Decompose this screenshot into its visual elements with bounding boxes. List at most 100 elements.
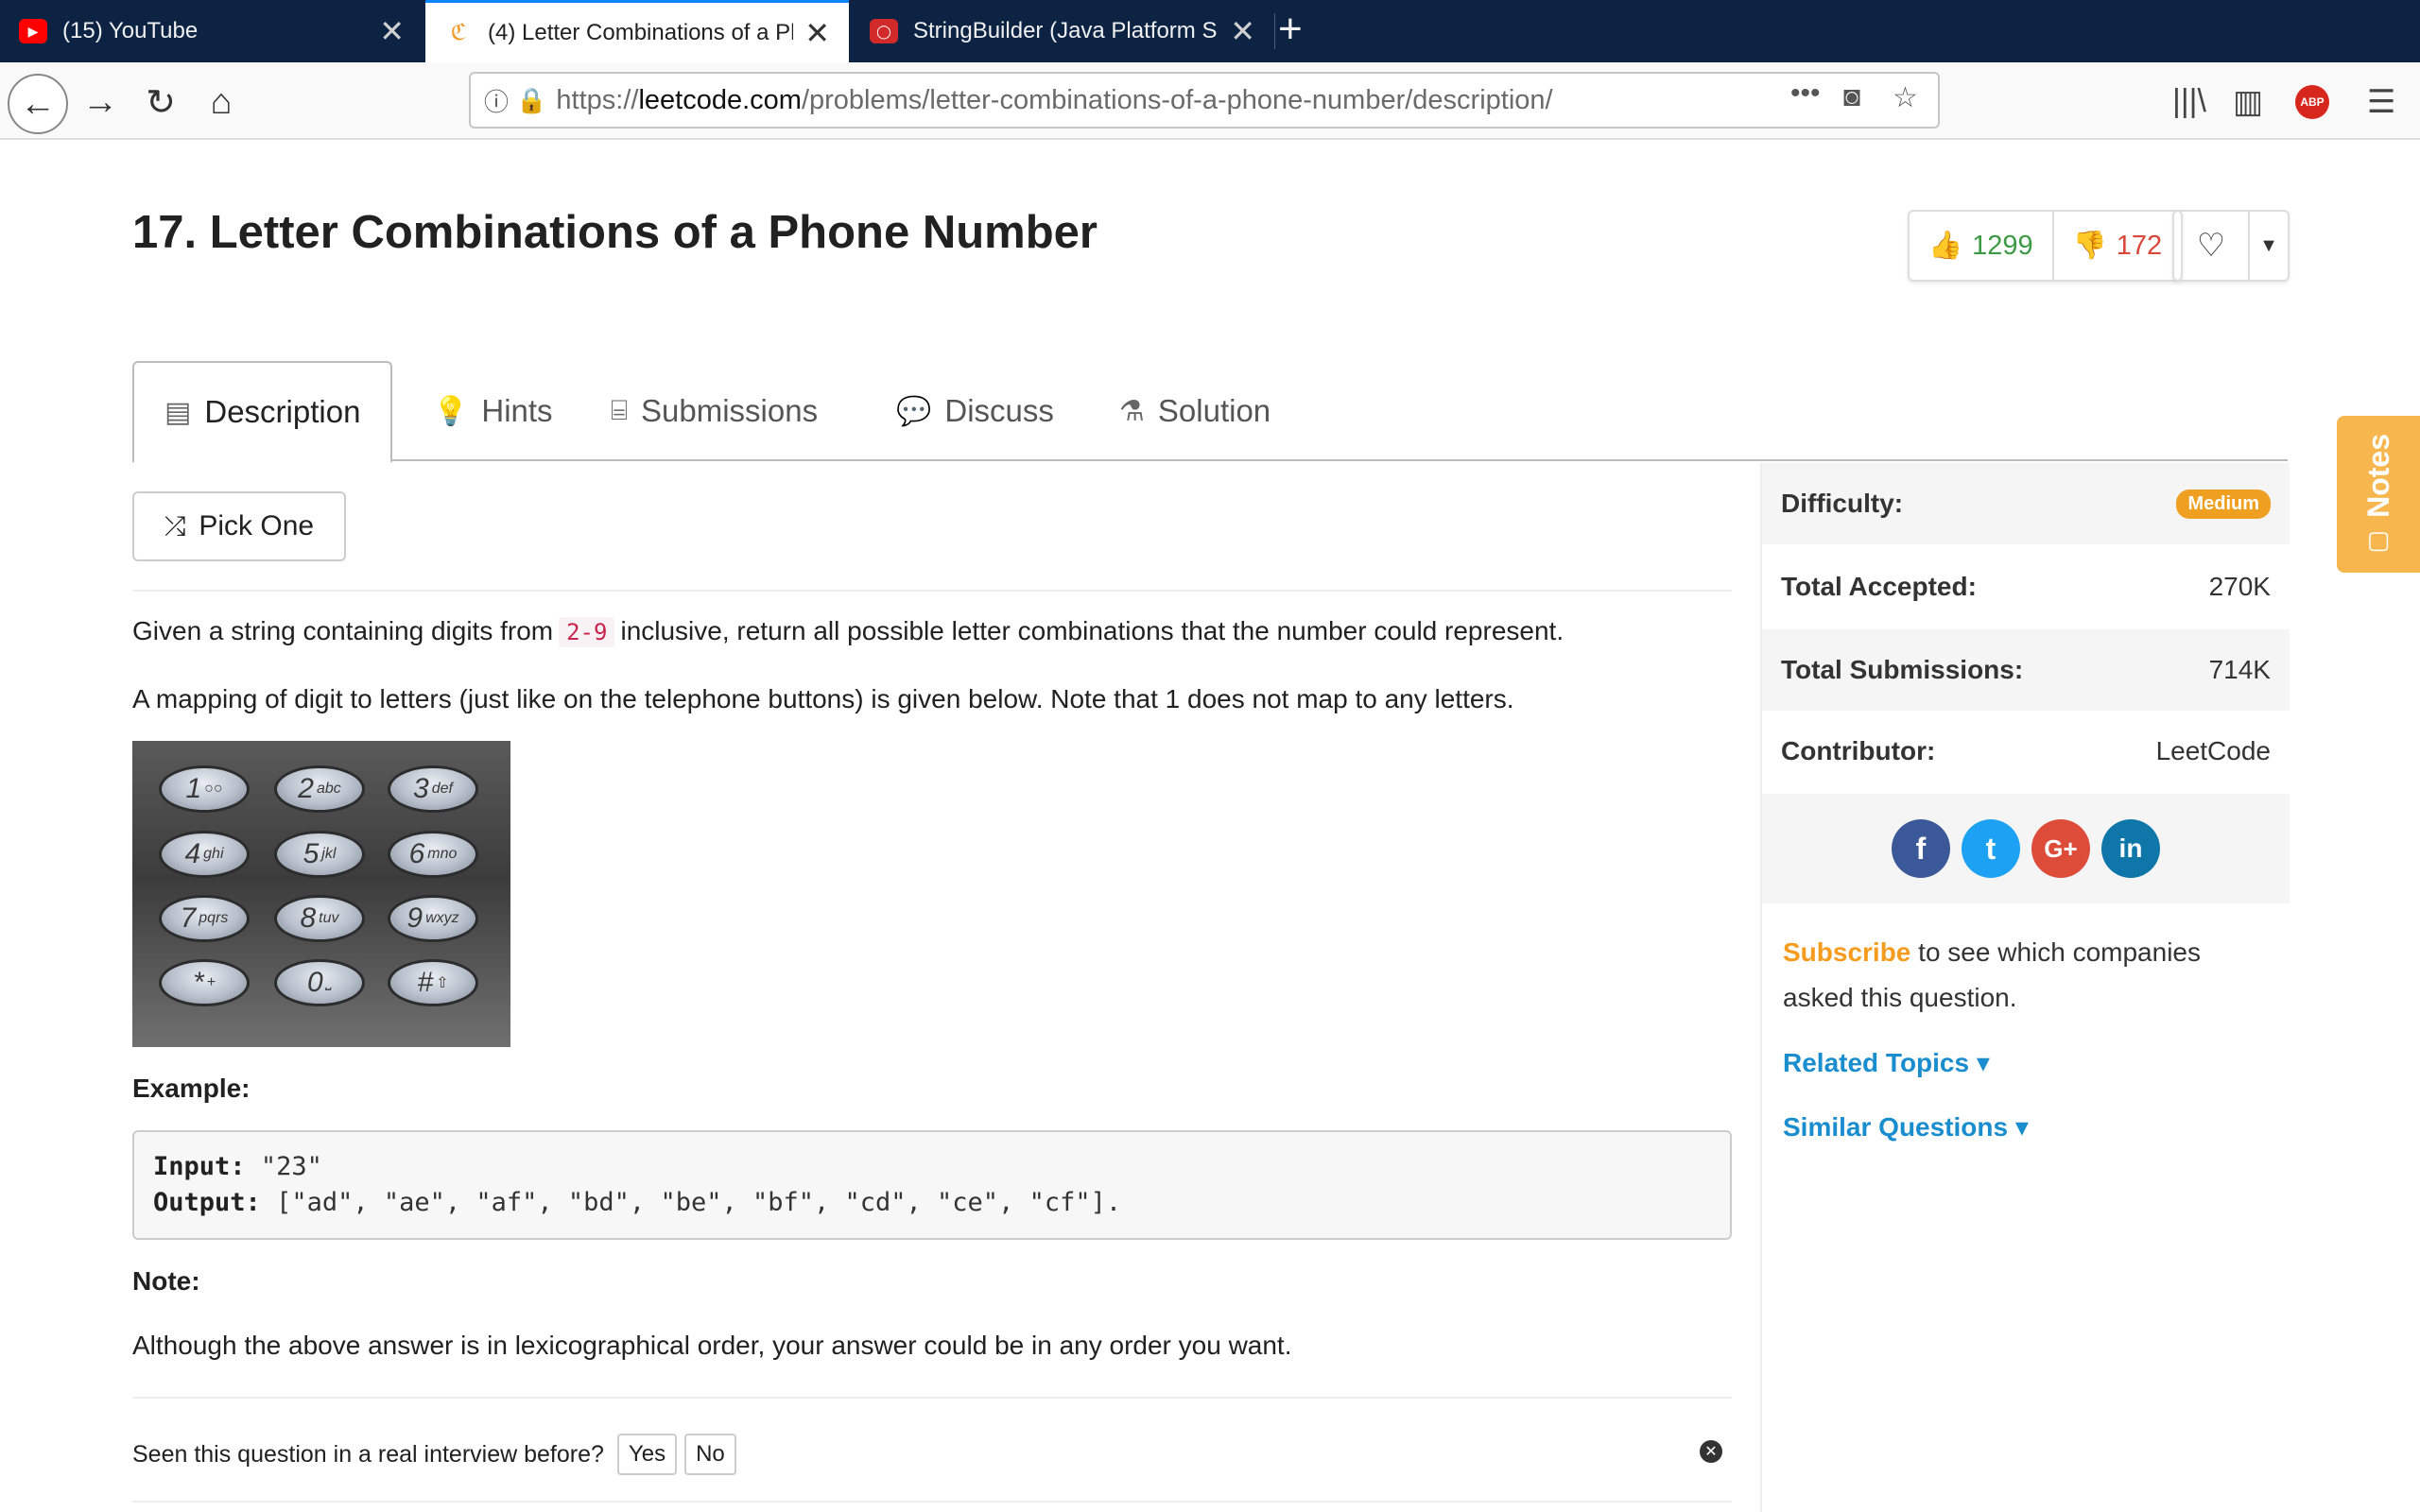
close-icon[interactable]: ✕ — [379, 13, 405, 49]
interview-feedback-row: Seen this question in a real interview b… — [132, 1433, 1732, 1476]
url-domain: leetcode.com — [638, 84, 802, 115]
problem-statement: Given a string containing digits from 2-9… — [132, 616, 1564, 647]
browser-tab-stringbuilder[interactable]: ◯ StringBuilder (Java Platform SE ✕ — [851, 0, 1274, 62]
yes-button[interactable]: Yes — [616, 1434, 678, 1475]
tab-label: Submissions — [641, 393, 819, 428]
tab-discuss[interactable]: 💬 Discuss — [896, 361, 1054, 461]
no-button[interactable]: No — [684, 1434, 736, 1475]
dislike-count: 172 — [2116, 230, 2163, 261]
library-icon[interactable]: |||\ — [2172, 83, 2206, 120]
code-file-icon: ⌸ — [611, 395, 628, 426]
inline-code: 2-9 — [559, 617, 615, 647]
keypad-letters: pqrs — [199, 910, 229, 926]
keypad-digit: 9 — [406, 902, 424, 934]
sidebar-icon[interactable]: ▥ — [2233, 83, 2263, 121]
close-icon[interactable]: ✕ — [804, 15, 830, 51]
caret-down-icon: ▼ — [2259, 234, 2278, 256]
close-icon[interactable]: ✕ — [1700, 1440, 1722, 1463]
tab-label: Description — [204, 394, 361, 429]
keypad-letters: ⇧ — [436, 975, 449, 991]
difficulty-row: Difficulty: Medium — [1762, 463, 2290, 544]
output-value: ["ad", "ae", "af", "bd", "be", "bf", "cd… — [276, 1188, 1122, 1217]
similar-questions-link[interactable]: Similar Questions ▾ — [1783, 1111, 2029, 1143]
keypad-key: # ⇧ — [388, 959, 478, 1006]
tab-hints[interactable]: 💡 Hints — [433, 361, 553, 461]
keypad-digit: 1 — [185, 773, 202, 804]
url-text[interactable]: https://leetcode.com/problems/letter-com… — [556, 85, 1552, 116]
browser-tab-leetcode[interactable]: ℭ (4) Letter Combinations of a Ph ✕ — [425, 0, 849, 62]
note-text: Although the above answer is in lexicogr… — [132, 1331, 1292, 1360]
keypad-letters: mno — [427, 846, 458, 862]
tab-label: Discuss — [944, 393, 1054, 428]
note-heading: Note: — [132, 1266, 200, 1296]
reload-button[interactable]: ↻ — [134, 76, 187, 129]
keypad-letters: abc — [316, 781, 341, 797]
keypad-key: 6 mno — [388, 831, 478, 878]
tab-label: Hints — [481, 393, 553, 428]
divider — [132, 590, 1732, 592]
close-icon[interactable]: ✕ — [1230, 13, 1255, 49]
keypad-key: 8 tuv — [274, 895, 365, 942]
lock-warning-icon[interactable]: 🔒 — [516, 86, 546, 115]
submissions-label: Total Submissions: — [1781, 655, 2024, 684]
oracle-icon: ◯ — [870, 19, 898, 43]
bookmark-star-icon[interactable]: ☆ — [1893, 81, 1918, 114]
example-input-line: Input: "23" — [153, 1149, 1711, 1185]
keypad-digit: 6 — [408, 838, 425, 869]
tab-solution[interactable]: ⚗ Solution — [1119, 361, 1270, 461]
heart-icon: ♡ — [2196, 228, 2226, 264]
like-button[interactable]: 👍 1299 — [1910, 212, 2054, 280]
forward-button[interactable]: → — [74, 76, 127, 129]
notes-panel-toggle[interactable]: Notes ▢ — [2337, 416, 2420, 573]
back-button[interactable]: ← — [8, 74, 68, 134]
dislike-button[interactable]: 👎 172 — [2054, 212, 2182, 280]
tab-description[interactable]: ▤ Description — [132, 361, 393, 463]
adblock-icon[interactable]: ABP — [2295, 85, 2329, 119]
info-icon[interactable]: ⓘ — [484, 83, 509, 118]
favorite-group: ♡ ▼ — [2172, 210, 2290, 282]
keypad-key: 9 wxyz — [388, 895, 478, 942]
vote-group: 👍 1299 👎 172 — [1908, 210, 2184, 282]
pick-one-button[interactable]: ⤮ Pick One — [132, 491, 346, 561]
subscribe-link[interactable]: Subscribe — [1783, 937, 1910, 967]
keypad-digit: * — [192, 967, 204, 998]
keypad-letters: tuv — [319, 910, 339, 926]
reload-icon: ↻ — [146, 82, 176, 123]
home-button[interactable]: ⌂ — [195, 76, 248, 129]
keypad-letters: ○○ — [204, 781, 223, 797]
thumbs-up-icon: 👍 — [1928, 231, 1963, 261]
problem-tabs: ▤ Description 💡 Hints ⌸ Submissions 💬 Di… — [132, 361, 2288, 463]
submissions-value: 714K — [2208, 655, 2271, 684]
page-actions-icon[interactable]: ••• — [1790, 77, 1821, 110]
keypad-digit: # — [417, 967, 434, 998]
keypad-letters: jkl — [321, 846, 337, 862]
keypad-key: 5 jkl — [274, 831, 365, 878]
keypad-letters: + — [206, 974, 216, 990]
linkedin-icon[interactable]: in — [2101, 819, 2160, 878]
browser-tab-youtube[interactable]: ▶ (15) YouTube ✕ — [0, 0, 424, 62]
keypad-digit: 4 — [184, 838, 201, 869]
address-bar[interactable]: ⓘ 🔒 https://leetcode.com/problems/letter… — [469, 72, 1940, 129]
keypad-digit: 0 — [306, 967, 323, 998]
twitter-icon[interactable]: t — [1962, 819, 2020, 878]
output-label: Output: — [153, 1188, 261, 1217]
keypad-letters: ghi — [203, 846, 224, 862]
submissions-row: Total Submissions: 714K — [1762, 629, 2290, 711]
related-topics-link[interactable]: Related Topics ▾ — [1783, 1047, 1990, 1078]
note-icon: ▢ — [2366, 524, 2391, 554]
pocket-icon[interactable]: ◙ — [1843, 81, 1860, 113]
google-plus-icon[interactable]: G+ — [2031, 819, 2090, 878]
facebook-icon[interactable]: f — [1892, 819, 1950, 878]
new-tab-button[interactable]: + — [1278, 6, 1303, 53]
phone-keypad-image: 1 ○○ 2 abc 3 def 4 ghi 5 jkl 6 mno 7 pqrs 8 tuv 9 wxyz * +0… — [132, 741, 510, 1047]
statement-text: inclusive, return all possible letter co… — [620, 616, 1564, 645]
tab-submissions[interactable]: ⌸ Submissions — [611, 361, 818, 461]
menu-icon[interactable]: ☰ — [2367, 83, 2395, 121]
keypad-digit: 2 — [298, 773, 314, 804]
keypad-digit: 8 — [300, 902, 317, 934]
input-value: "23" — [260, 1152, 322, 1181]
contributor-label: Contributor: — [1781, 736, 1936, 765]
favorite-dropdown-button[interactable]: ▼ — [2250, 212, 2288, 280]
difficulty-badge: Medium — [2176, 489, 2271, 519]
favorite-button[interactable]: ♡ — [2174, 212, 2250, 280]
